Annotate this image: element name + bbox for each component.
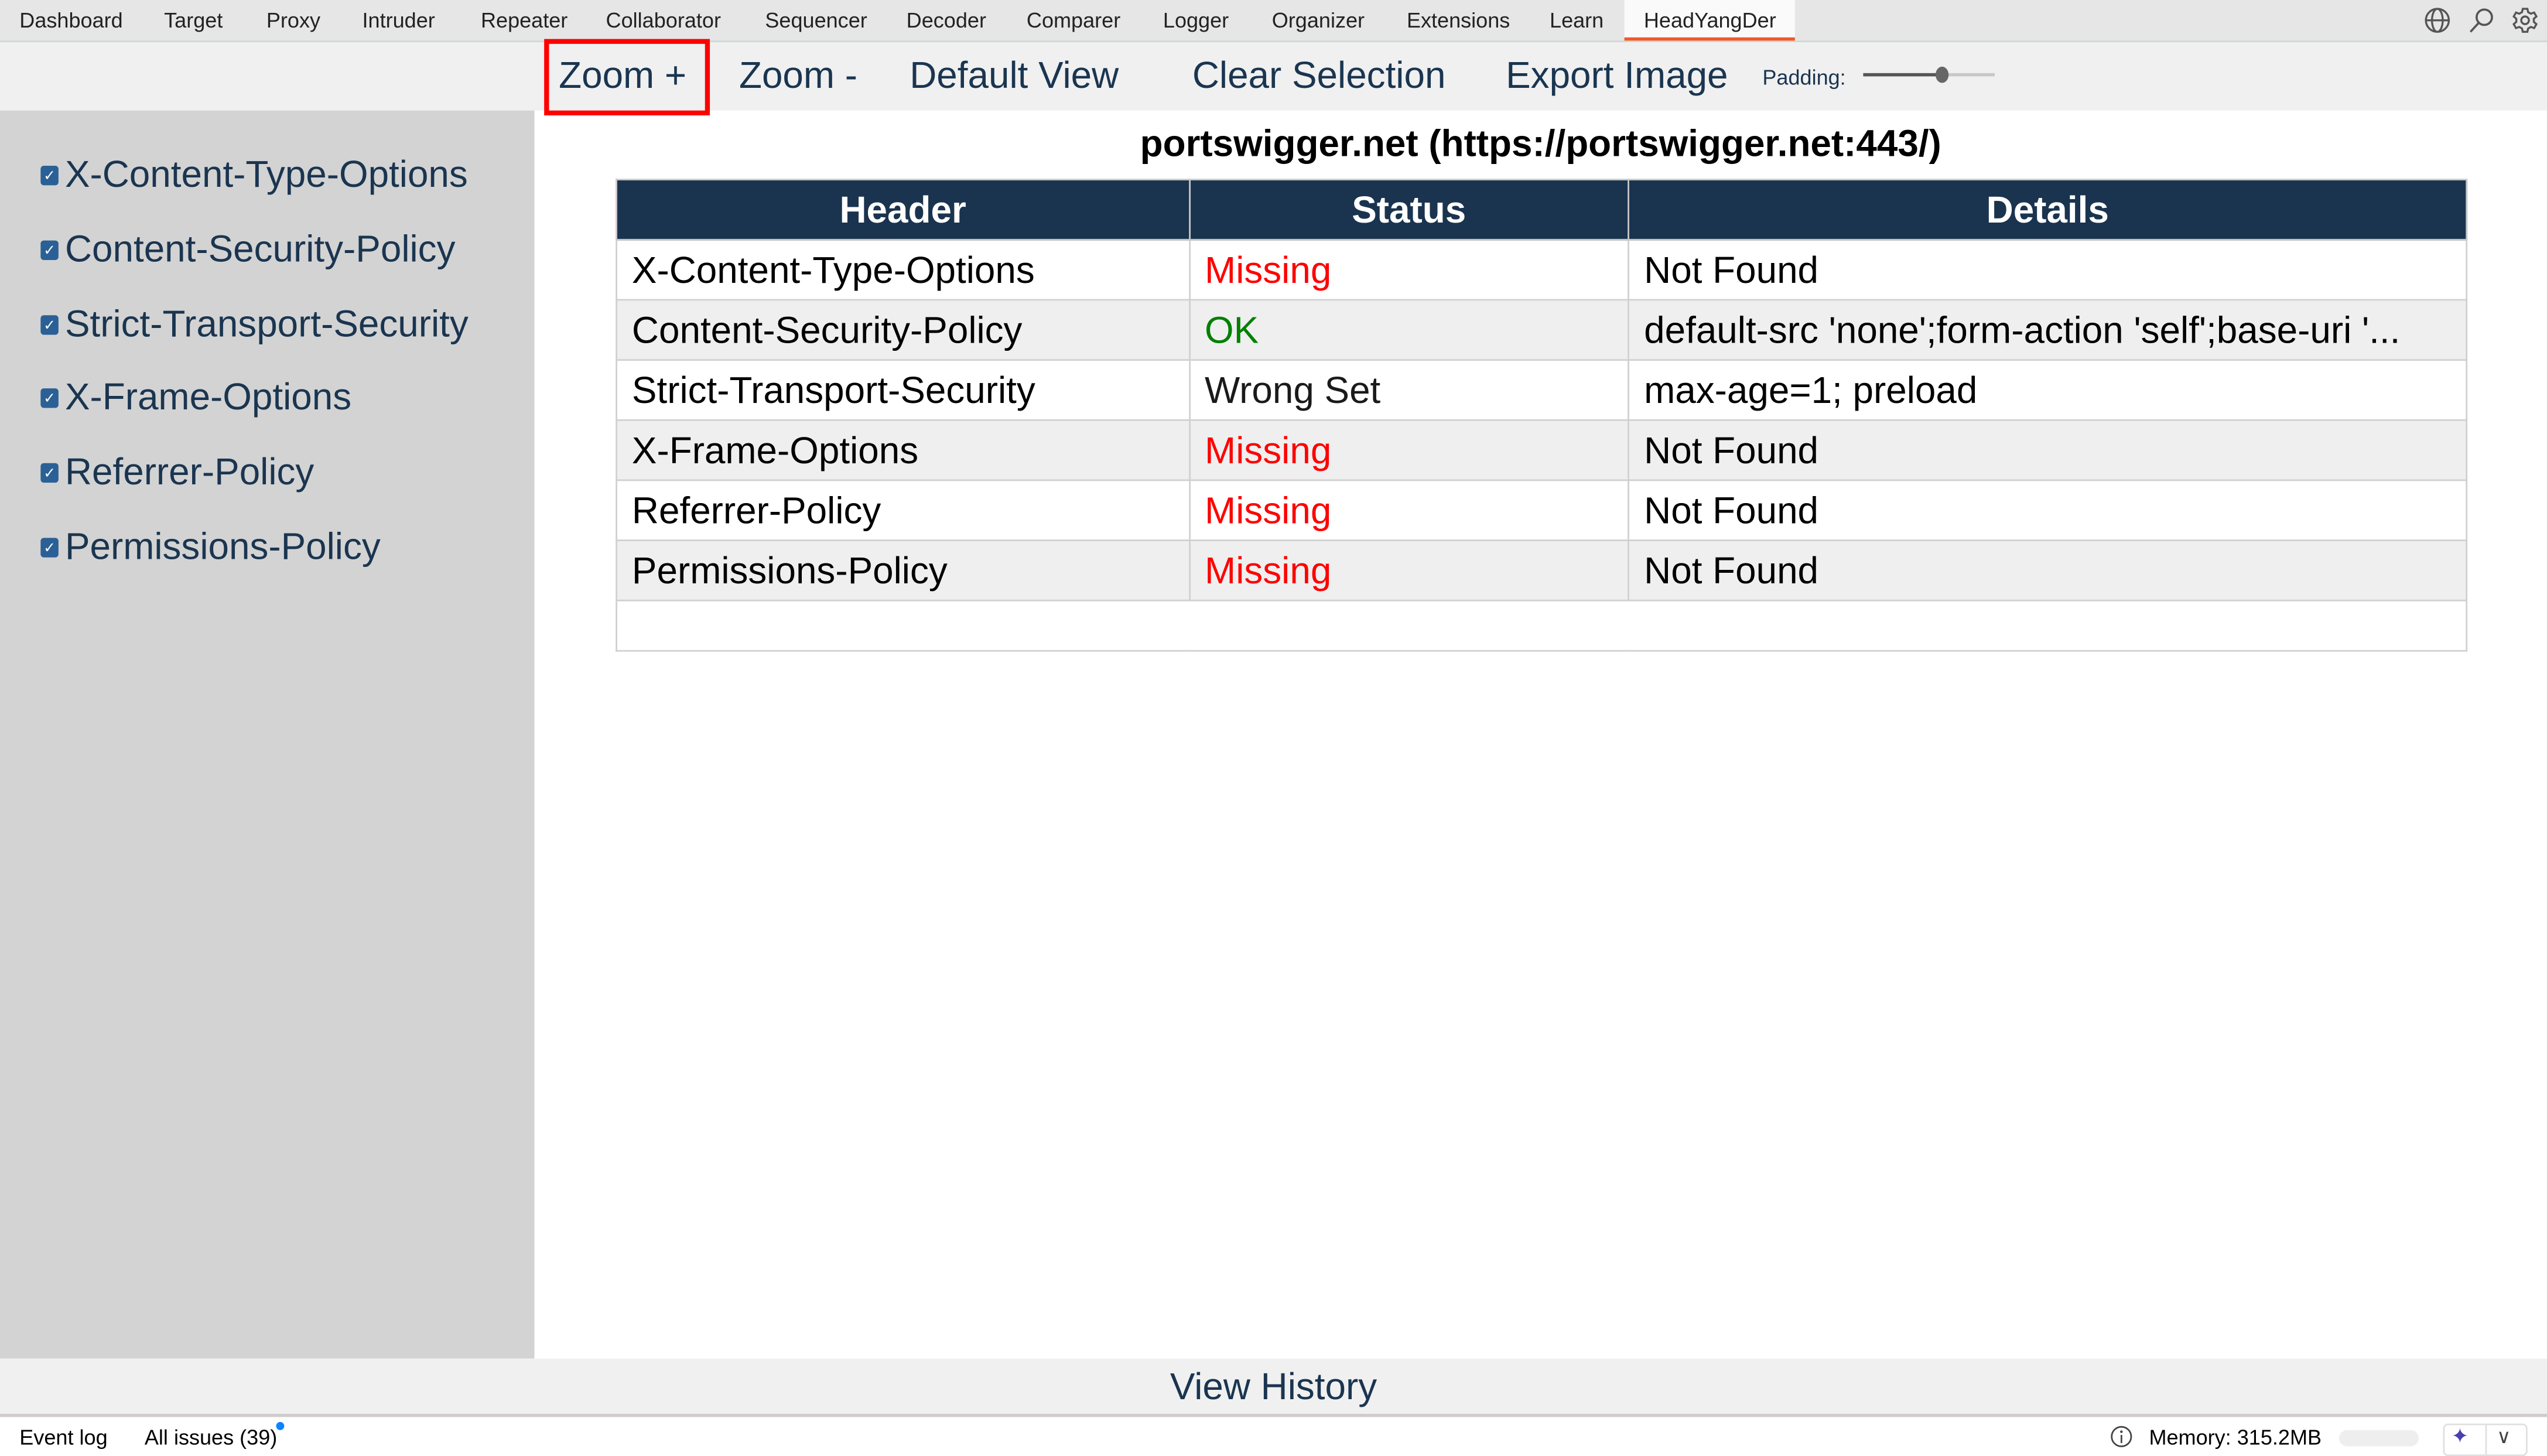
status-cell: Missing bbox=[1188, 479, 1630, 541]
details-cell: default-src 'none';form-action 'self';ba… bbox=[1628, 299, 2468, 361]
table-row[interactable]: Strict-Transport-Security Wrong Set max-ag… bbox=[616, 359, 2468, 421]
tab-repeater[interactable]: Repeater bbox=[481, 8, 567, 33]
status-cell: OK bbox=[1188, 299, 1630, 361]
filter-label: Content-Security-Policy bbox=[64, 227, 456, 270]
status-cell: Missing bbox=[1188, 238, 1630, 301]
tab-proxy[interactable]: Proxy bbox=[266, 8, 320, 33]
slider-thumb[interactable] bbox=[1936, 66, 1949, 83]
zoom-out-button[interactable]: Zoom - bbox=[739, 54, 857, 98]
header-cell: X-Frame-Options bbox=[616, 419, 1191, 481]
site-title: portswigger.net (https://portswigger.net… bbox=[1140, 122, 1941, 165]
chevron-down-icon[interactable]: ∨ bbox=[2497, 1425, 2511, 1448]
toolbar: Zoom + Zoom - Default View Clear Selecti… bbox=[0, 39, 2547, 116]
filter-referrer-policy[interactable]: ✓ Referrer-Policy bbox=[40, 450, 314, 494]
search-icon[interactable] bbox=[2467, 6, 2495, 34]
divider bbox=[2485, 1425, 2487, 1455]
status-cell: Missing bbox=[1188, 419, 1630, 481]
tab-intruder[interactable]: Intruder bbox=[363, 8, 435, 33]
details-cell: Not Found bbox=[1628, 539, 2468, 601]
sparkle-icon: ✦ bbox=[2451, 1423, 2469, 1448]
filter-content-security-policy[interactable]: ✓ Content-Security-Policy bbox=[40, 227, 455, 271]
header-cell: Content-Security-Policy bbox=[616, 299, 1191, 361]
checkbox-checked-icon[interactable]: ✓ bbox=[40, 537, 59, 557]
column-header: Header bbox=[616, 179, 1191, 241]
tab-target[interactable]: Target bbox=[164, 8, 223, 33]
tab-organizer[interactable]: Organizer bbox=[1272, 8, 1365, 33]
export-image-button[interactable]: Export Image bbox=[1506, 54, 1728, 98]
filter-strict-transport-security[interactable]: ✓ Strict-Transport-Security bbox=[40, 302, 469, 346]
header-filter-sidebar: ✓ X-Content-Type-Options ✓ Content-Securit… bbox=[0, 110, 535, 1359]
details-cell: Not Found bbox=[1628, 238, 2468, 301]
clear-selection-button[interactable]: Clear Selection bbox=[1192, 54, 1446, 98]
tab-decoder[interactable]: Decoder bbox=[907, 8, 986, 33]
checkbox-checked-icon[interactable]: ✓ bbox=[40, 314, 59, 334]
tab-collaborator[interactable]: Collaborator bbox=[606, 8, 721, 33]
tab-sequencer[interactable]: Sequencer bbox=[765, 8, 867, 33]
table-row[interactable]: Content-Security-Policy OK default-src 'no… bbox=[616, 299, 2468, 361]
filter-label: Strict-Transport-Security bbox=[64, 302, 469, 345]
table-empty-row bbox=[616, 599, 2468, 652]
checkbox-checked-icon[interactable]: ✓ bbox=[40, 462, 59, 482]
filter-x-frame-options[interactable]: ✓ X-Frame-Options bbox=[40, 375, 351, 419]
default-view-button[interactable]: Default View bbox=[910, 54, 1119, 98]
view-history-button[interactable]: View History bbox=[0, 1358, 2547, 1417]
tab-comparer[interactable]: Comparer bbox=[1027, 8, 1120, 33]
table-header-row: Header Status Details bbox=[616, 179, 2468, 241]
checkbox-checked-icon[interactable]: ✓ bbox=[40, 387, 59, 408]
table-row[interactable]: X-Frame-Options Missing Not Found bbox=[616, 419, 2468, 481]
column-status: Status bbox=[1188, 179, 1630, 241]
event-log-button[interactable]: Event log bbox=[19, 1425, 107, 1450]
slider-fill bbox=[1863, 73, 1943, 77]
table-row[interactable]: Referrer-Policy Missing Not Found bbox=[616, 479, 2468, 541]
padding-label: Padding: bbox=[1762, 64, 1846, 90]
tab-dashboard[interactable]: Dashboard bbox=[19, 8, 122, 33]
zoom-in-button[interactable]: Zoom + bbox=[559, 54, 686, 98]
globe-icon[interactable] bbox=[2423, 6, 2451, 34]
status-cell: Missing bbox=[1188, 539, 1630, 601]
header-cell: Strict-Transport-Security bbox=[616, 359, 1191, 421]
tab-extensions[interactable]: Extensions bbox=[1407, 8, 1510, 33]
status-bar: Event log All issues (39) Memory: 315.2M… bbox=[0, 1417, 2547, 1456]
filter-label: Permissions-Policy bbox=[64, 525, 381, 568]
filter-label: Referrer-Policy bbox=[64, 450, 314, 493]
checkbox-checked-icon[interactable]: ✓ bbox=[40, 165, 59, 184]
filter-permissions-policy[interactable]: ✓ Permissions-Policy bbox=[40, 525, 381, 569]
filter-label: X-Frame-Options bbox=[64, 375, 352, 418]
header-cell: X-Content-Type-Options bbox=[616, 238, 1191, 301]
header-cell: Referrer-Policy bbox=[616, 479, 1191, 541]
table-row[interactable]: X-Content-Type-Options Missing Not Found bbox=[616, 238, 2468, 301]
tab-logger[interactable]: Logger bbox=[1163, 8, 1229, 33]
gear-icon[interactable] bbox=[2511, 6, 2539, 34]
info-icon[interactable] bbox=[2110, 1425, 2133, 1448]
empty-cell bbox=[616, 599, 2468, 652]
filter-label: X-Content-Type-Options bbox=[64, 152, 468, 195]
tab-learn[interactable]: Learn bbox=[1550, 8, 1604, 33]
column-details: Details bbox=[1628, 179, 2468, 241]
status-cell: Wrong Set bbox=[1188, 359, 1630, 421]
all-issues-button[interactable]: All issues (39) bbox=[145, 1425, 277, 1450]
memory-usage: Memory: 315.2MB bbox=[2149, 1425, 2322, 1450]
filter-x-content-type-options[interactable]: ✓ X-Content-Type-Options bbox=[40, 153, 468, 197]
ai-assist-button[interactable]: ✦ ∨ bbox=[2443, 1423, 2528, 1456]
details-cell: Not Found bbox=[1628, 479, 2468, 541]
checkbox-checked-icon[interactable]: ✓ bbox=[40, 240, 59, 259]
details-cell: Not Found bbox=[1628, 419, 2468, 481]
tab-headyangder[interactable]: HeadYangDer bbox=[1624, 0, 1796, 41]
padding-slider[interactable] bbox=[1863, 65, 1995, 84]
header-cell: Permissions-Policy bbox=[616, 539, 1191, 601]
notification-dot bbox=[276, 1421, 285, 1430]
headers-table: Header Status Details X-Content-Type-Opt… bbox=[616, 179, 2468, 652]
table-row[interactable]: Permissions-Policy Missing Not Found bbox=[616, 539, 2468, 601]
details-cell: max-age=1; preload bbox=[1628, 359, 2468, 421]
memory-bar bbox=[2339, 1430, 2419, 1447]
top-navigation: Dashboard Target Proxy Intruder Repeater… bbox=[0, 0, 2547, 43]
